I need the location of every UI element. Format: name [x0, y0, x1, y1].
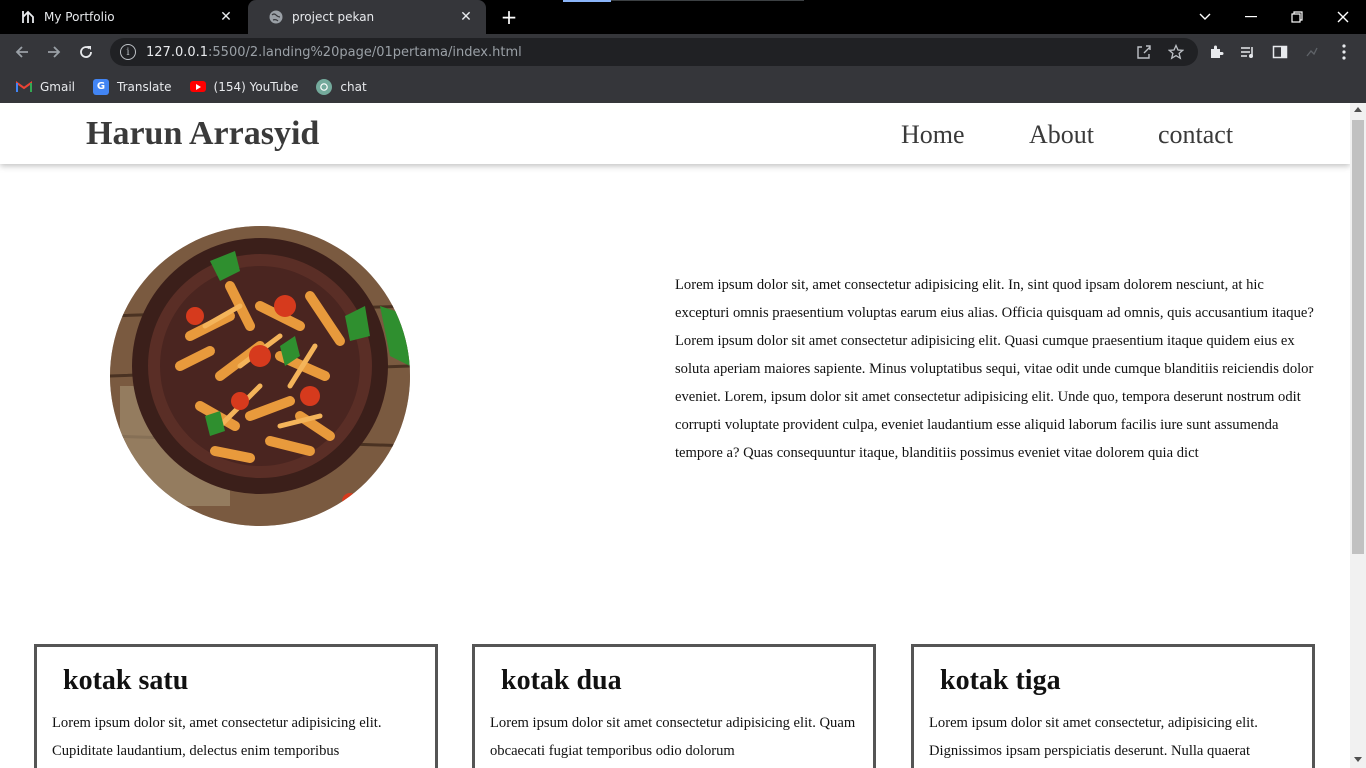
nav-about[interactable]: About — [1029, 120, 1094, 150]
bookmark-label: Gmail — [40, 79, 76, 94]
tab-indicator-track — [611, 0, 804, 1]
site-header: Harun Arrasyid Home About contact — [0, 103, 1350, 164]
globe-icon — [268, 9, 284, 25]
box-three: kotak tiga Lorem ipsum dolor sit amet co… — [911, 644, 1315, 768]
side-panel-icon[interactable] — [1270, 42, 1290, 62]
toolbar: i 127.0.0.1:5500/2.landing%20page/01pert… — [0, 34, 1366, 70]
nav-home[interactable]: Home — [901, 120, 965, 150]
tab-title: My Portfolio — [44, 10, 115, 24]
bookmark-label: Translate — [117, 79, 172, 94]
bookmark-gmail[interactable]: Gmail — [16, 79, 75, 95]
tab-search-chevron-icon[interactable] — [1182, 0, 1228, 34]
address-bar[interactable]: i 127.0.0.1:5500/2.landing%20page/01pert… — [110, 38, 1198, 66]
bookmark-label: (154) YouTube — [213, 79, 299, 94]
about-paragraph: Lorem ipsum dolor sit, amet consectetur … — [675, 276, 1314, 461]
portfolio-logo-icon — [20, 9, 36, 25]
nav-contact[interactable]: contact — [1158, 120, 1233, 150]
translate-icon: G — [93, 78, 110, 95]
bookmark-translate[interactable]: G Translate — [93, 78, 172, 95]
bookmark-label: chat — [340, 79, 367, 94]
back-button[interactable] — [10, 40, 34, 64]
scroll-thumb[interactable] — [1352, 120, 1364, 554]
profile-icon[interactable] — [1302, 42, 1322, 62]
tab-strip: My Portfolio ✕ project pekan ✕ + — [0, 0, 1366, 34]
scroll-up-arrow-icon[interactable] — [1354, 107, 1362, 112]
gmail-icon — [16, 79, 32, 95]
media-queue-icon[interactable] — [1238, 42, 1258, 62]
menu-dots-icon[interactable] — [1334, 42, 1354, 62]
bookmarks-bar: Gmail G Translate (154) YouTube chat — [0, 70, 1366, 103]
url-text: 127.0.0.1:5500/2.landing%20page/01pertam… — [146, 45, 522, 60]
site-brand: Harun Arrasyid — [86, 115, 320, 152]
chatgpt-icon — [316, 78, 333, 95]
new-tab-button[interactable]: + — [498, 7, 520, 27]
scroll-down-arrow-icon[interactable] — [1354, 757, 1362, 762]
url-path: :5500/2.landing%20page/01pertama/index.h… — [208, 44, 522, 60]
box-text: Lorem ipsum dolor sit, amet consectetur … — [52, 715, 382, 759]
tab-title: project pekan — [292, 10, 375, 24]
tab-my-portfolio[interactable]: My Portfolio ✕ — [0, 0, 246, 34]
close-icon[interactable]: ✕ — [216, 7, 236, 27]
box-title: kotak satu — [63, 665, 189, 696]
bookmark-chat[interactable]: chat — [316, 78, 367, 95]
box-title: kotak tiga — [940, 665, 1061, 696]
close-icon[interactable]: ✕ — [456, 7, 476, 27]
box-text: Lorem ipsum dolor sit amet consectetur a… — [490, 715, 856, 759]
tab-project-pekan[interactable]: project pekan ✕ — [248, 0, 486, 34]
bookmark-youtube[interactable]: (154) YouTube — [189, 79, 299, 94]
minimize-button[interactable] — [1228, 0, 1274, 34]
restore-button[interactable] — [1274, 0, 1320, 34]
box-text: Lorem ipsum dolor sit amet consectetur, … — [929, 715, 1258, 759]
close-window-button[interactable] — [1320, 0, 1366, 34]
forward-button[interactable] — [42, 40, 66, 64]
share-icon[interactable] — [1135, 43, 1153, 61]
youtube-icon — [189, 81, 206, 92]
vertical-scrollbar[interactable] — [1350, 103, 1366, 768]
extensions-icon[interactable] — [1206, 42, 1226, 62]
box-title: kotak dua — [501, 665, 622, 696]
box-one: kotak satu Lorem ipsum dolor sit, amet c… — [34, 644, 438, 768]
page-viewport: Harun Arrasyid Home About contact Lorem … — [0, 103, 1350, 768]
tab-indicator — [563, 0, 611, 2]
box-two: kotak dua Lorem ipsum dolor sit amet con… — [472, 644, 876, 768]
pasta-image — [110, 226, 410, 526]
reload-button[interactable] — [74, 40, 98, 64]
url-host: 127.0.0.1 — [146, 44, 209, 60]
bookmark-star-icon[interactable] — [1167, 43, 1185, 61]
info-icon[interactable]: i — [120, 44, 136, 60]
browser-chrome: My Portfolio ✕ project pekan ✕ + i 127.0… — [0, 0, 1366, 103]
